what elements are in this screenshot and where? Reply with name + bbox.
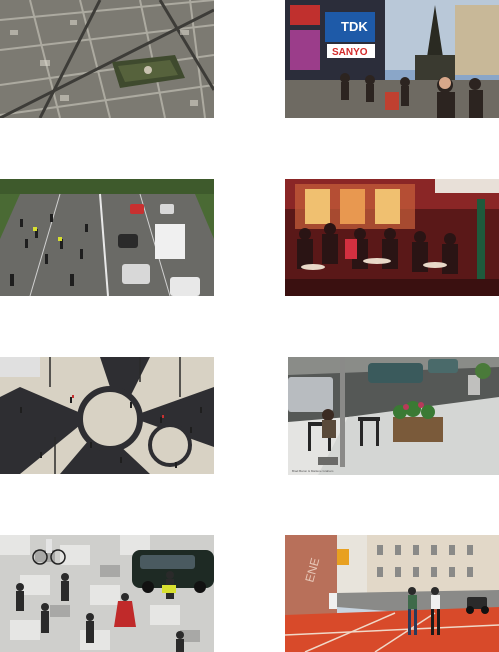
photo-red-bike-lane[interactable]: ENE: [285, 535, 499, 652]
photo-sidewalk-seating[interactable]: Brad Baron & Marlene Graham: [288, 357, 499, 475]
photo-cafe-terrace[interactable]: [285, 179, 499, 296]
bike-lane-image: ENE: [285, 535, 499, 652]
photo-aerial-city[interactable]: [0, 0, 214, 118]
skaters-image: [0, 179, 214, 296]
sign-sanyo: SANYO: [332, 47, 368, 58]
photo-paved-square[interactable]: [0, 535, 214, 652]
piccadilly-image: TDK SANYO: [285, 0, 499, 118]
sidewalk-image: [288, 357, 499, 475]
aerial-city-image: [0, 0, 214, 118]
photo-skaters-avenue[interactable]: [0, 179, 214, 296]
photo-credit-caption: Brad Baron & Marlene Graham: [292, 469, 334, 473]
paved-square-image: [0, 535, 214, 652]
photo-plaza-pattern[interactable]: [0, 357, 214, 474]
plaza-image: [0, 357, 214, 474]
photo-piccadilly-circus[interactable]: TDK SANYO: [285, 0, 499, 118]
cafe-image: [285, 179, 499, 296]
sign-tdk: TDK: [341, 19, 368, 34]
